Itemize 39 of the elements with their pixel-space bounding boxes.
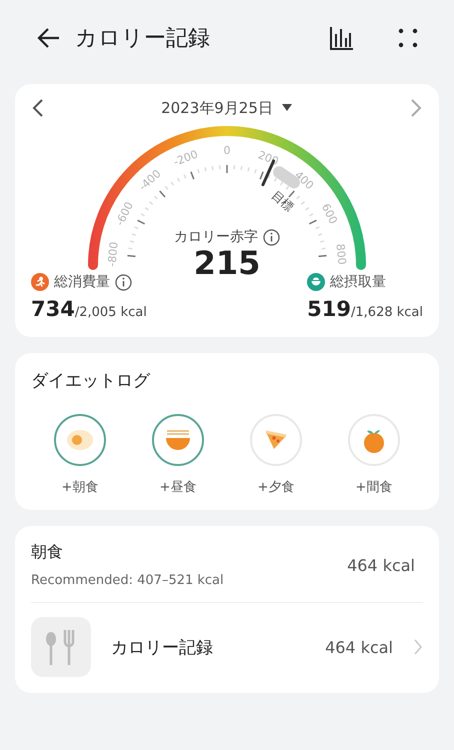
deficit-label: カロリー赤字 — [174, 228, 258, 246]
info-icon[interactable] — [263, 228, 280, 246]
running-icon — [31, 273, 49, 292]
cutlery-icon — [31, 617, 91, 678]
burned-value: 734 — [31, 297, 75, 322]
intake-value: 519 — [307, 297, 352, 322]
section-title: ダイエットログ — [31, 370, 152, 392]
gauge-tick-label: 0 — [224, 144, 230, 158]
meal-total: 464 kcal — [347, 556, 415, 575]
info-icon[interactable] — [115, 274, 132, 291]
meal-button[interactable] — [54, 414, 106, 466]
previous-day-icon[interactable] — [31, 98, 45, 118]
entry-name[interactable]: カロリー記録 — [111, 636, 306, 659]
gauge-tick-label: -800 — [105, 241, 121, 268]
burned-total: /2,005 kcal — [74, 305, 147, 320]
dropdown-caret-icon[interactable] — [280, 103, 293, 113]
meal-label[interactable]: +夕食 — [258, 478, 294, 496]
pizza-slice-icon — [264, 429, 288, 452]
bowl-icon — [307, 273, 326, 292]
bar-chart-icon[interactable] — [329, 25, 355, 51]
burned-label: 総消費量 — [54, 273, 110, 292]
egg-icon — [66, 429, 94, 452]
gauge-tick-label: -200 — [172, 148, 200, 169]
deficit-value: 215 — [194, 246, 260, 282]
gauge-tick-label: 800 — [334, 243, 348, 266]
meal-title: 朝食 — [31, 542, 64, 564]
meal-label[interactable]: +朝食 — [62, 478, 98, 496]
intake-total: /1,628 kcal — [351, 305, 423, 320]
page-title: カロリー記録 — [75, 25, 210, 53]
meal-label[interactable]: +間食 — [356, 478, 392, 496]
meal-button[interactable] — [152, 414, 204, 466]
gauge-tick-label: -600 — [113, 200, 136, 228]
intake-label: 総摂取量 — [330, 273, 386, 292]
meal-label[interactable]: +昼食 — [160, 478, 196, 496]
gauge-tick-label: 600 — [318, 202, 340, 226]
recommended-range: Recommended: 407–521 kcal — [31, 573, 224, 588]
more-icon[interactable] — [397, 27, 419, 49]
entry-kcal: 464 kcal — [325, 638, 393, 657]
date-selector[interactable]: 2023年9月25日 — [161, 98, 273, 118]
